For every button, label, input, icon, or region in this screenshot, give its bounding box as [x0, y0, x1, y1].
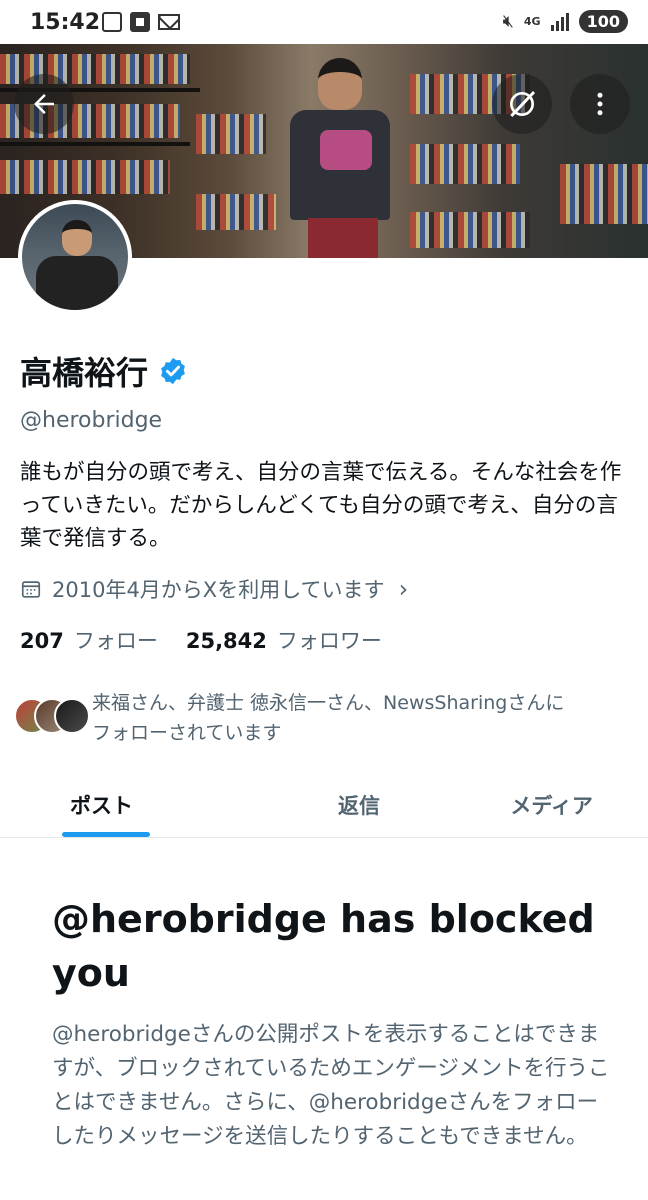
- followed-by-text: 来福さん、弁護士 徳永信一さん、NewsSharingさんに フォローされていま…: [92, 688, 564, 748]
- blocked-body: @herobridgeさんの公開ポストを表示することはできますが、ブロックされて…: [52, 1022, 610, 1149]
- profile-tabs: ポスト 返信 メディア: [0, 768, 648, 838]
- followed-by-row[interactable]: 来福さん、弁護士 徳永信一さん、NewsSharingさんに フォローされていま…: [14, 688, 634, 748]
- tab-posts[interactable]: ポスト: [0, 768, 263, 837]
- following-count: 207: [20, 629, 64, 653]
- banner-shelf: [560, 164, 648, 224]
- banner-shelf: [410, 144, 520, 184]
- following-label: フォロー: [73, 629, 158, 653]
- mute-icon: 🔇︎: [502, 11, 514, 32]
- calendar-icon: [21, 581, 41, 598]
- profile-avatar[interactable]: [18, 200, 132, 314]
- banner-shelf: [0, 160, 170, 194]
- followed-by-line: フォローされています: [92, 722, 282, 744]
- banner-shelf: [196, 114, 266, 154]
- notification-box-icon: [102, 12, 122, 32]
- grok-button[interactable]: [492, 74, 552, 134]
- network-type: 4G: [523, 14, 541, 28]
- status-notifications: [102, 12, 180, 32]
- followers-label: フォロワー: [276, 629, 382, 653]
- banner-shelf-edge: [0, 142, 190, 146]
- profile-bio: 誰もが自分の頭で考え、自分の言葉で伝える。そんな社会を作っていきたい。だからしん…: [20, 460, 622, 551]
- follow-counts: 207 フォロー 25,842 フォロワー: [20, 625, 382, 655]
- avatar: [54, 698, 90, 734]
- blocked-title: @herobridge has blocked you: [52, 897, 595, 995]
- banner-person: [282, 58, 402, 258]
- back-button[interactable]: [14, 74, 74, 134]
- followed-by-line: 来福さん、弁護士 徳永信一さん、NewsSharingさんに: [92, 692, 565, 714]
- following-link[interactable]: 207 フォロー: [20, 625, 158, 655]
- status-bar: 15:42 🔇︎ 4G 100: [0, 0, 648, 44]
- profile-name-row: 高橋裕行: [20, 348, 188, 394]
- joined-date-text: 2010年4月からXを利用しています: [52, 578, 385, 602]
- followed-by-avatars: [14, 698, 92, 738]
- profile-name: 高橋裕行: [20, 354, 149, 392]
- status-system-icons: 🔇︎ 4G 100: [503, 10, 628, 33]
- followers-count: 25,842: [185, 629, 267, 653]
- blocked-notice: @herobridge has blocked you @herobridgeさ…: [52, 892, 612, 1154]
- more-vertical-icon: [597, 92, 603, 116]
- signal-icon: [550, 12, 569, 31]
- joined-date-link[interactable]: 2010年4月からXを利用しています ›: [20, 574, 408, 604]
- banner-shelf: [196, 194, 276, 230]
- battery-indicator: 100: [578, 10, 628, 33]
- tab-media[interactable]: メディア: [455, 768, 648, 837]
- banner-shelf: [410, 212, 530, 248]
- mail-icon: [158, 14, 180, 30]
- arrow-left-icon: [34, 94, 54, 114]
- notification-au-icon: [130, 12, 150, 32]
- profile-handle: @herobridge: [20, 408, 163, 433]
- status-time: 15:42: [30, 10, 101, 35]
- chevron-right-icon: ›: [398, 575, 409, 603]
- grok-icon: [510, 90, 536, 118]
- tab-replies[interactable]: 返信: [263, 768, 456, 837]
- verified-badge-icon[interactable]: [158, 356, 188, 386]
- more-button[interactable]: [570, 74, 630, 134]
- followers-link[interactable]: 25,842 フォロワー: [186, 625, 382, 655]
